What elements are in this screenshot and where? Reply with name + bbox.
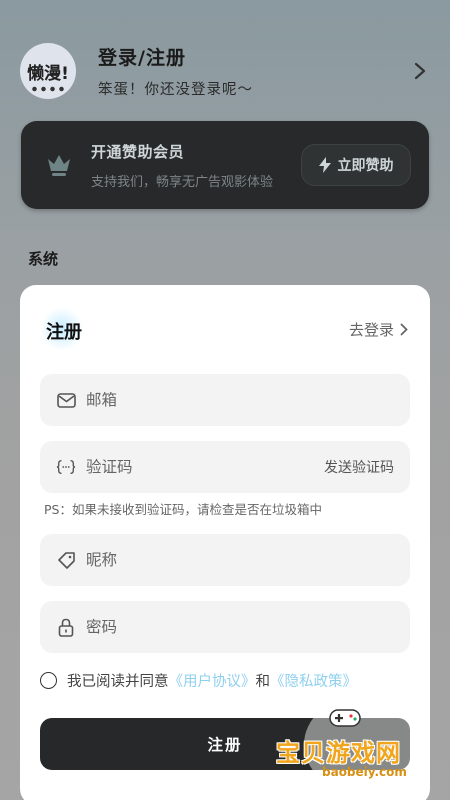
ps-note: PS：如果未接收到验证码，请检查是否在垃圾箱中 — [44, 502, 322, 517]
sponsor-button-label: 立即赞助 — [337, 158, 394, 174]
login-subtitle: 笨蛋！你还没登录呢～ — [98, 82, 253, 98]
go-login-label: 去登录 — [348, 321, 394, 339]
privacy-policy-link[interactable]: 《隐私政策》 — [270, 670, 357, 691]
avatar-cats-decoration — [30, 85, 66, 93]
watermark-text: 宝贝游戏网 — [276, 739, 401, 767]
vip-subtitle: 支持我们，畅享无广告观影体验 — [91, 174, 274, 190]
crown-icon — [41, 147, 77, 183]
agreement-row: 我已阅读并同意 《用户协议》 和 《隐私政策》 — [40, 670, 357, 691]
password-input[interactable] — [86, 618, 394, 636]
email-field[interactable] — [40, 374, 410, 426]
avatar-text: 懒漫! — [27, 63, 69, 84]
login-register-title[interactable]: 登录/注册 — [98, 43, 410, 70]
agree-prefix: 我已阅读并同意 — [67, 674, 169, 690]
email-input[interactable] — [86, 391, 394, 409]
agree-and: 和 — [255, 674, 271, 690]
chevron-right-icon — [400, 323, 408, 336]
user-agreement-link[interactable]: 《用户协议》 — [169, 670, 256, 691]
send-code-button[interactable]: 发送验证码 — [324, 457, 394, 477]
tag-icon — [56, 550, 76, 570]
nickname-input[interactable] — [86, 551, 394, 569]
section-title-system: 系统 — [28, 250, 59, 268]
mail-icon — [56, 390, 76, 410]
go-login-link[interactable]: 去登录 — [349, 319, 408, 340]
password-field[interactable] — [40, 601, 410, 653]
sponsor-button[interactable]: 立即赞助 — [301, 144, 411, 186]
code-field[interactable]: 发送验证码 — [40, 441, 410, 493]
lock-icon — [56, 617, 76, 637]
code-braces-icon — [56, 457, 76, 477]
lightning-icon — [318, 157, 331, 173]
chevron-right-icon[interactable] — [410, 61, 430, 81]
gamepad-icon — [329, 709, 361, 727]
register-title: 注册 — [46, 322, 82, 343]
code-input[interactable] — [86, 458, 324, 476]
watermark-url: baobeiy.com — [322, 765, 407, 779]
profile-header[interactable]: 懒漫! 登录/注册 笨蛋！你还没登录呢～ — [20, 40, 430, 102]
vip-banner[interactable]: 开通赞助会员 支持我们，畅享无广告观影体验 立即赞助 — [21, 121, 429, 209]
nickname-field[interactable] — [40, 534, 410, 586]
watermark: 宝贝游戏网 baobeiy.com — [276, 697, 426, 792]
avatar[interactable]: 懒漫! — [20, 43, 76, 99]
agree-radio[interactable] — [40, 672, 57, 689]
vip-title: 开通赞助会员 — [91, 142, 185, 161]
